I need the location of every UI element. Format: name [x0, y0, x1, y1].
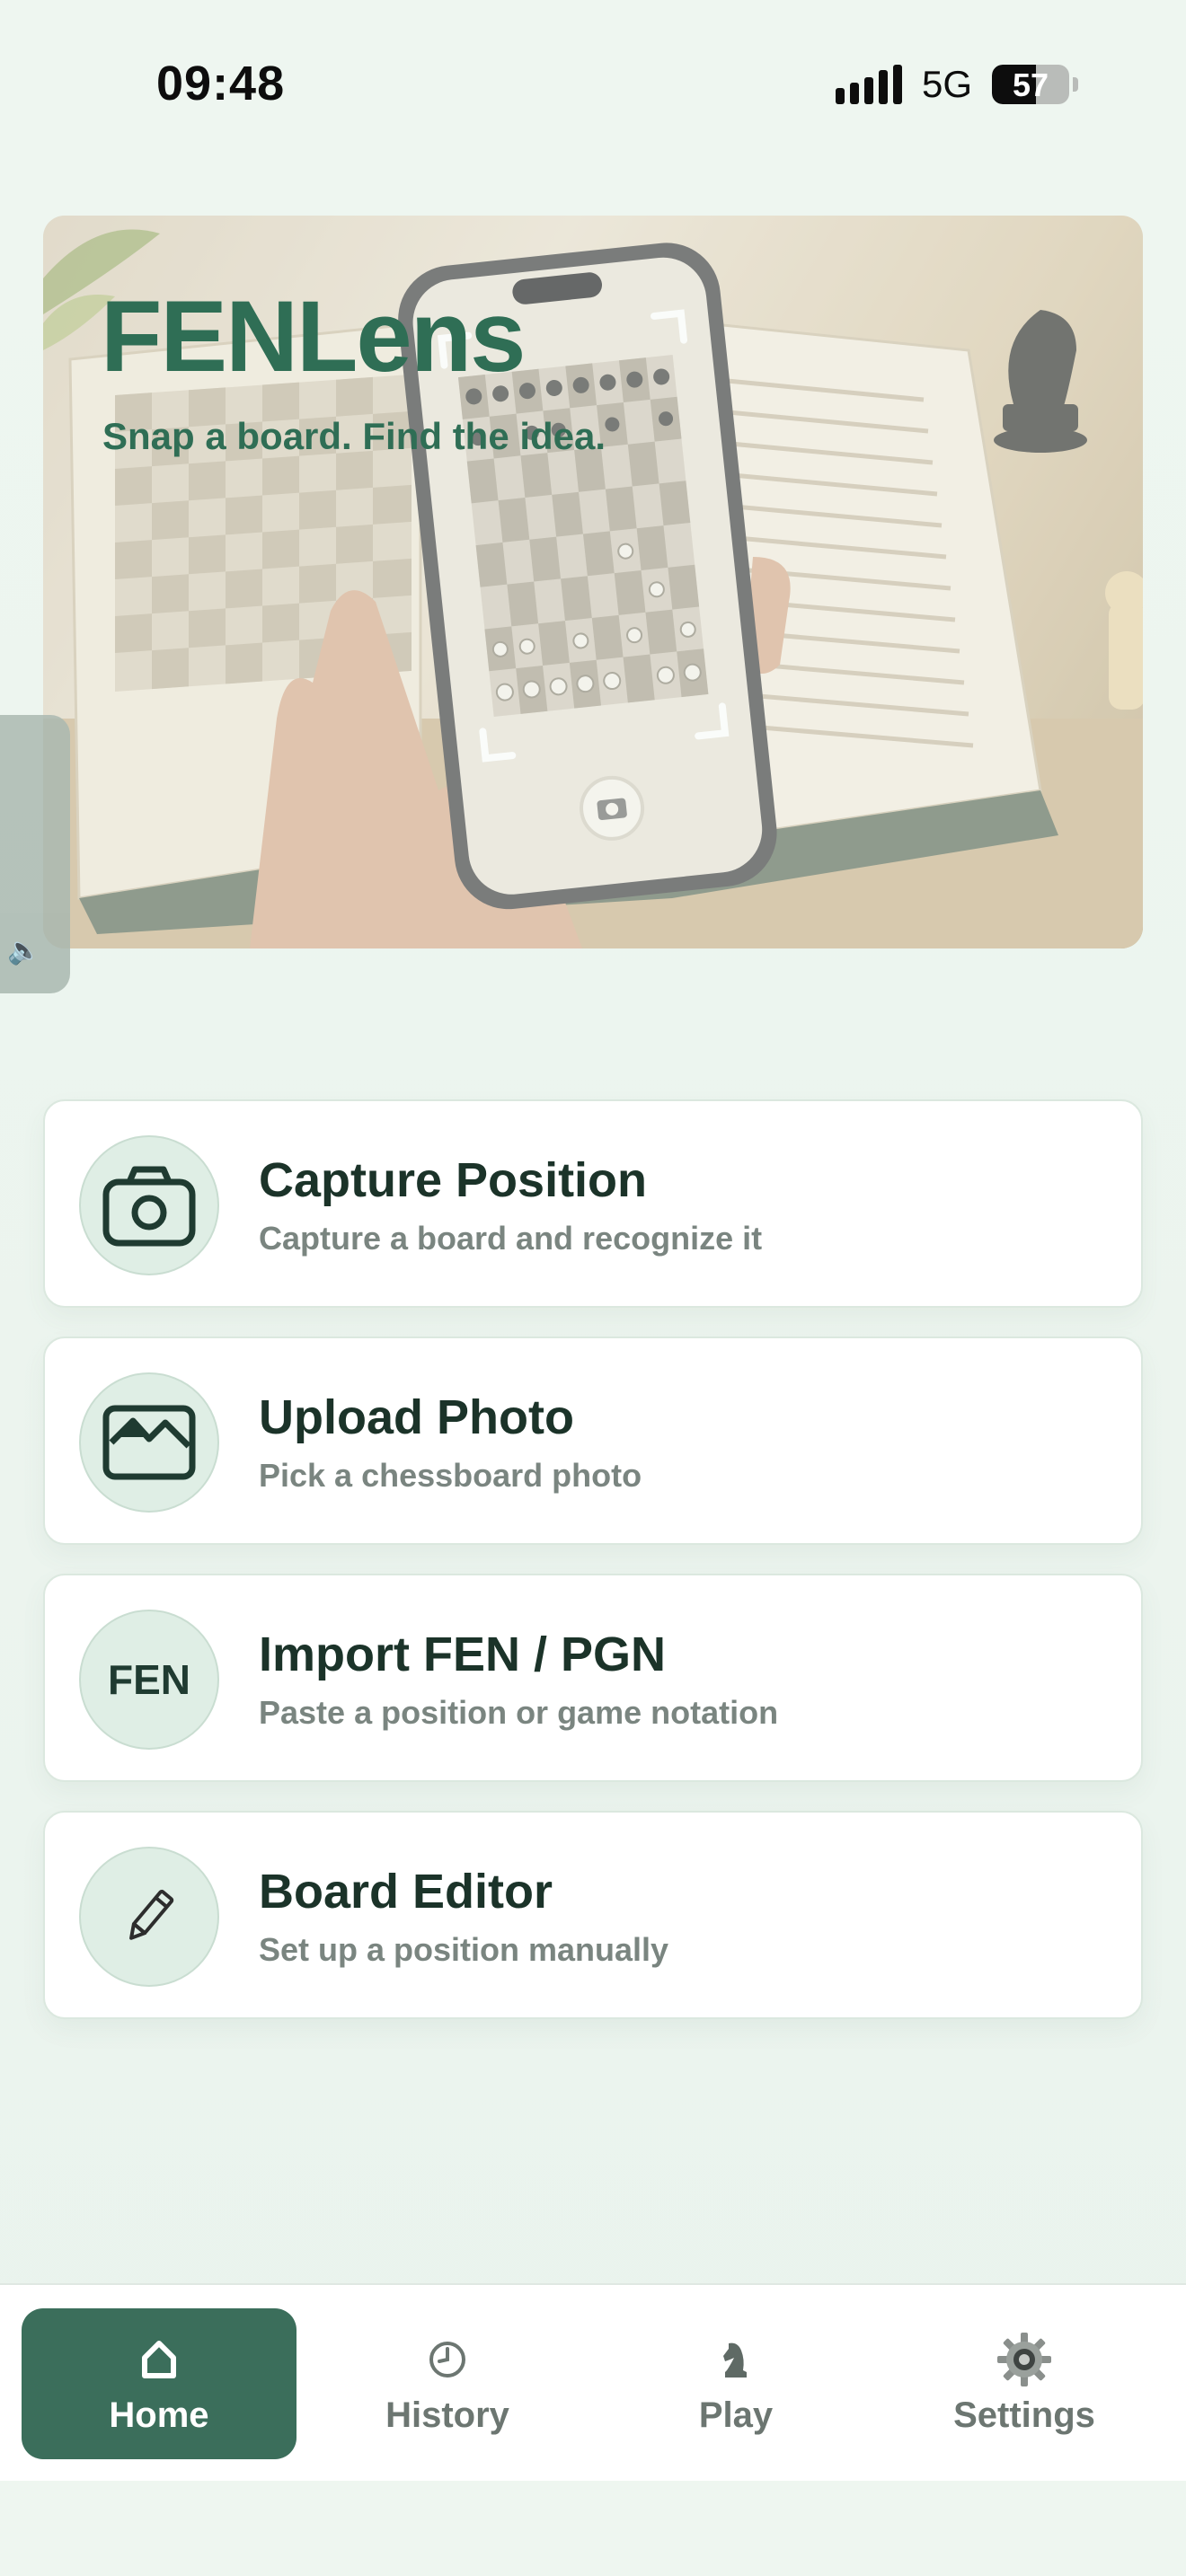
fen-icon-label: FEN [108, 1656, 190, 1703]
battery-percent: 57 [1012, 66, 1049, 103]
action-title: Capture Position [259, 1153, 648, 1207]
photo-icon [79, 1372, 219, 1513]
tab-settings[interactable]: Settings [887, 2308, 1162, 2459]
battery-icon: 57 [992, 65, 1069, 104]
status-bar: 09:48 5G 57 [0, 0, 1186, 180]
capture-position-card[interactable]: Capture Position Capture a board and rec… [43, 1099, 1143, 1308]
pencil-icon [79, 1847, 219, 1987]
tab-history[interactable]: History [310, 2308, 585, 2459]
tab-label: Settings [953, 2395, 1095, 2435]
gear-icon [996, 2332, 1053, 2386]
import-fen-pgn-card[interactable]: FEN Import FEN / PGN Paste a position or… [43, 1574, 1143, 1782]
camera-icon [79, 1135, 219, 1275]
hero-tagline: Snap a board. Find the idea. [102, 415, 606, 457]
clock-icon [428, 2333, 467, 2386]
fen-text-icon: FEN [79, 1610, 219, 1750]
hero-title: FENLens [101, 280, 526, 393]
home-indicator-area [0, 2481, 1186, 2576]
status-time: 09:48 [156, 57, 286, 110]
upload-photo-text: Upload Photo Pick a chessboard photo [259, 1389, 642, 1495]
action-title: Import FEN / PGN [259, 1628, 667, 1681]
board-editor-card[interactable]: Board Editor Set up a position manually [43, 1811, 1143, 2019]
action-subtitle: Capture a board and recognize it [259, 1220, 763, 1257]
signal-icon [835, 65, 902, 104]
status-indicators: 5G 57 [835, 63, 1078, 106]
action-list: Capture Position Capture a board and rec… [43, 1099, 1143, 2048]
tab-play[interactable]: Play [598, 2308, 873, 2459]
battery-tip [1073, 77, 1078, 92]
action-title: Board Editor [259, 1865, 553, 1919]
home-screen: 09:48 5G 57 FENLens Snap a board. Find t… [0, 0, 1186, 2576]
network-type: 5G [921, 63, 972, 105]
tab-home[interactable]: Home [22, 2308, 296, 2459]
tab-label: Play [698, 2395, 774, 2435]
board-editor-text: Board Editor Set up a position manually [259, 1863, 668, 1969]
speaker-icon: 🔈 [7, 936, 41, 966]
upload-photo-card[interactable]: Upload Photo Pick a chessboard photo [43, 1337, 1143, 1545]
tab-label: Home [109, 2395, 209, 2435]
knight-icon [718, 2333, 754, 2386]
bottom-tab-bar: Home History Play Settings [0, 2283, 1186, 2481]
action-title: Upload Photo [259, 1390, 574, 1444]
home-icon [141, 2333, 177, 2386]
tab-label: History [385, 2395, 509, 2435]
volume-side-tab[interactable]: 🔈 [0, 715, 70, 993]
capture-position-text: Capture Position Capture a board and rec… [259, 1151, 762, 1257]
action-subtitle: Pick a chessboard photo [259, 1457, 642, 1494]
hero-banner: FENLens Snap a board. Find the idea. [43, 216, 1143, 948]
import-fen-pgn-text: Import FEN / PGN Paste a position or gam… [259, 1626, 778, 1732]
action-subtitle: Paste a position or game notation [259, 1694, 779, 1731]
action-subtitle: Set up a position manually [259, 1931, 669, 1968]
